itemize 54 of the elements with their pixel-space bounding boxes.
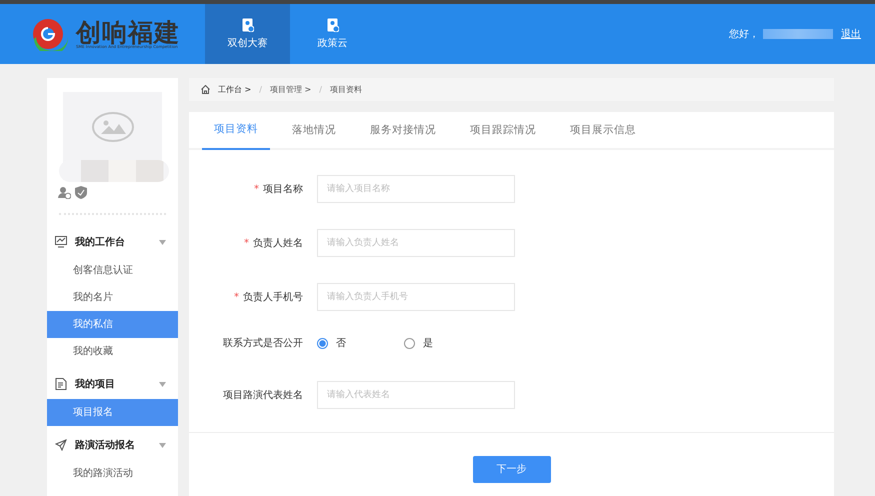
input-field[interactable]: 请输入项目名称	[317, 175, 515, 203]
caret-icon	[159, 240, 166, 244]
image-icon	[92, 112, 134, 142]
menu-group[interactable]: 我的工作台	[47, 227, 178, 257]
input-field[interactable]: 请输入负责人姓名	[317, 229, 515, 257]
radio-icon[interactable]	[317, 338, 328, 348]
next-button[interactable]: 下一步	[472, 456, 550, 483]
redacted-name	[763, 29, 833, 39]
required-mark: *	[254, 182, 259, 196]
field-label: 负责人姓名	[253, 236, 303, 250]
caret-icon	[159, 382, 166, 386]
field-label: 项目路演代表姓名	[223, 388, 303, 402]
logout-link[interactable]: 退出	[841, 26, 861, 42]
field-label: 项目名称	[263, 182, 303, 196]
menu-item[interactable]: 我的私信	[47, 311, 178, 338]
menu-item[interactable]: 创客信息认证	[47, 257, 178, 284]
menu-group[interactable]: 路演活动报名	[47, 430, 178, 460]
nav-tab[interactable]: 政策云	[290, 4, 375, 64]
greeting-text: 您好，	[729, 28, 759, 42]
breadcrumb-item: 项目资料	[330, 84, 362, 96]
logo-title: 创响福建	[76, 20, 180, 44]
radio-icon[interactable]	[404, 338, 415, 348]
menu-item[interactable]: 项目报名	[47, 399, 178, 426]
breadcrumb-separator: /	[319, 84, 322, 96]
tab[interactable]: 项目跟踪情况	[458, 112, 548, 150]
required-mark: *	[234, 290, 239, 304]
breadcrumb-item: 项目管理 >	[270, 84, 312, 96]
tab[interactable]: 落地情况	[280, 112, 348, 150]
caret-icon	[159, 442, 166, 448]
menu-item[interactable]: 我的路演活动	[47, 460, 178, 487]
user-badge-icon	[58, 186, 71, 199]
menu-item[interactable]: 我的名片	[47, 284, 178, 311]
nav-tab[interactable]: 双创大赛	[205, 4, 290, 64]
required-mark: *	[244, 236, 249, 250]
radio-option[interactable]: 是	[404, 336, 433, 350]
tab[interactable]: 项目资料	[202, 112, 270, 150]
send-icon	[55, 439, 67, 451]
shield-icon	[75, 186, 87, 199]
input-field[interactable]: 请输入负责人手机号	[317, 283, 515, 311]
tab[interactable]: 项目展示信息	[558, 112, 648, 150]
input-field[interactable]: 请输入代表姓名	[317, 381, 515, 409]
document-icon	[55, 378, 67, 390]
badge-icon	[326, 18, 338, 32]
field-label: 联系方式是否公开	[223, 336, 303, 350]
radio-option[interactable]: 否	[317, 336, 346, 350]
field-label: 负责人手机号	[243, 290, 303, 304]
monitor-icon	[55, 236, 67, 248]
breadcrumb-item: 工作台 >	[218, 84, 252, 96]
menu-group[interactable]: 我的项目	[47, 369, 178, 399]
tab[interactable]: 服务对接情况	[358, 112, 448, 150]
badge-icon	[242, 18, 254, 32]
menu-item[interactable]: 我的收藏	[47, 338, 178, 365]
breadcrumb-separator: /	[259, 84, 262, 96]
home-icon	[201, 85, 210, 94]
